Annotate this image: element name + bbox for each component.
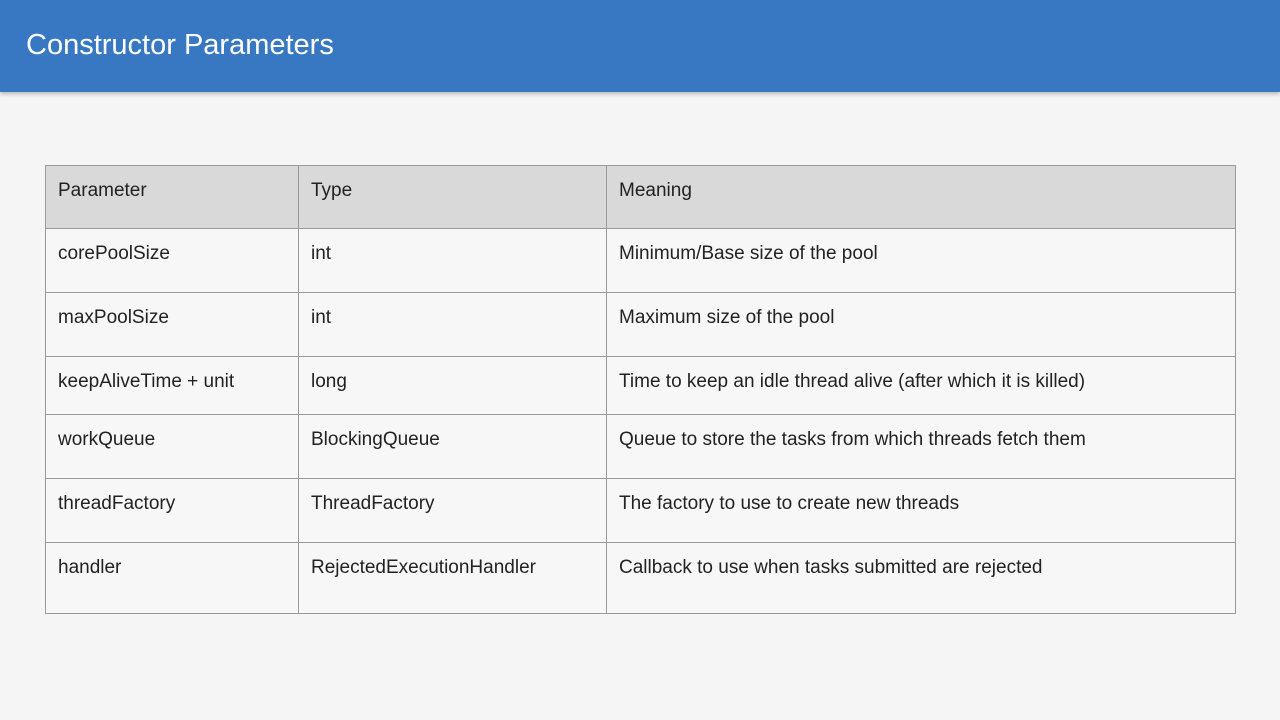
- table-row: corePoolSize int Minimum/Base size of th…: [45, 228, 1236, 293]
- parameters-table-container: Parameter Type Meaning corePoolSize int …: [45, 165, 1236, 614]
- cell-type: int: [298, 228, 607, 293]
- cell-type: int: [298, 292, 607, 357]
- cell-parameter: maxPoolSize: [45, 292, 299, 357]
- cell-meaning: The factory to use to create new threads: [606, 478, 1236, 543]
- cell-parameter: handler: [45, 542, 299, 614]
- cell-type: ThreadFactory: [298, 478, 607, 543]
- cell-parameter: workQueue: [45, 414, 299, 479]
- cell-meaning: Minimum/Base size of the pool: [606, 228, 1236, 293]
- table-row: handler RejectedExecutionHandler Callbac…: [45, 542, 1236, 614]
- column-header-parameter: Parameter: [45, 165, 299, 229]
- cell-meaning: Queue to store the tasks from which thre…: [606, 414, 1236, 479]
- parameters-table: Parameter Type Meaning corePoolSize int …: [45, 165, 1236, 614]
- cell-meaning: Callback to use when tasks submitted are…: [606, 542, 1236, 614]
- cell-type: long: [298, 356, 607, 415]
- cell-type: RejectedExecutionHandler: [298, 542, 607, 614]
- column-header-type: Type: [298, 165, 607, 229]
- cell-meaning: Time to keep an idle thread alive (after…: [606, 356, 1236, 415]
- column-header-meaning: Meaning: [606, 165, 1236, 229]
- table-row: maxPoolSize int Maximum size of the pool: [45, 292, 1236, 357]
- table-row: keepAliveTime + unit long Time to keep a…: [45, 356, 1236, 415]
- cell-parameter: keepAliveTime + unit: [45, 356, 299, 415]
- table-header-row: Parameter Type Meaning: [45, 165, 1236, 229]
- table-row: threadFactory ThreadFactory The factory …: [45, 478, 1236, 543]
- slide-header: Constructor Parameters: [0, 0, 1280, 92]
- cell-type: BlockingQueue: [298, 414, 607, 479]
- cell-parameter: threadFactory: [45, 478, 299, 543]
- table-row: workQueue BlockingQueue Queue to store t…: [45, 414, 1236, 479]
- slide-title: Constructor Parameters: [26, 29, 334, 61]
- cell-parameter: corePoolSize: [45, 228, 299, 293]
- cell-meaning: Maximum size of the pool: [606, 292, 1236, 357]
